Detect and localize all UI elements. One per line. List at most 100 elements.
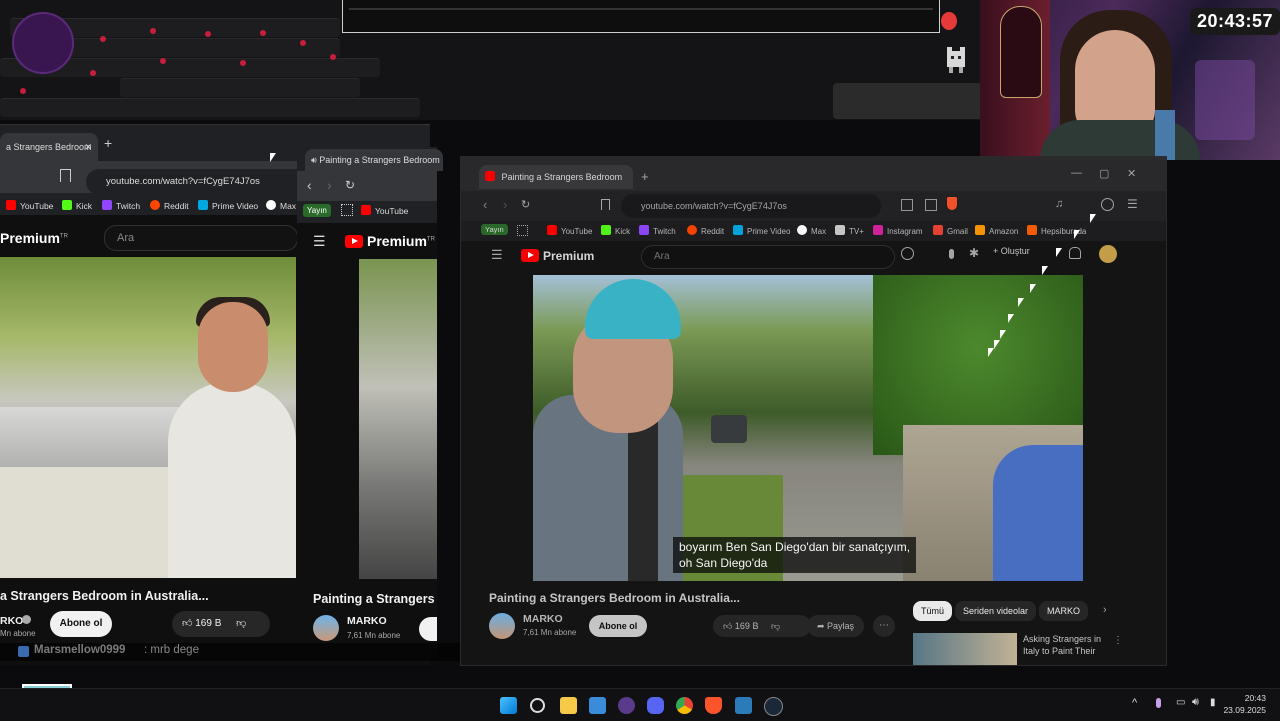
share-page-icon[interactable] bbox=[925, 199, 937, 211]
store-icon[interactable] bbox=[589, 697, 606, 714]
speaker-icon[interactable]: 🔊︎ bbox=[311, 155, 317, 165]
bookmark-star-icon[interactable] bbox=[601, 199, 610, 210]
address-bar[interactable]: youtube.com/watch?v=fCygE74J7os bbox=[621, 194, 881, 218]
forward-icon[interactable]: › bbox=[503, 197, 507, 212]
menu-icon[interactable]: ☰ bbox=[313, 233, 326, 250]
channel-avatar[interactable] bbox=[313, 615, 339, 641]
media-icon[interactable]: ♫ bbox=[1055, 198, 1063, 210]
bookmark-star-icon[interactable] bbox=[60, 169, 71, 182]
new-tab-button[interactable]: + bbox=[104, 135, 112, 151]
bookmark-gmail[interactable]: Gmail bbox=[933, 225, 968, 236]
like-button[interactable]: 👍︎ 169 B 👎︎ bbox=[172, 611, 270, 637]
close-icon[interactable]: ✕ bbox=[1127, 167, 1136, 180]
brave-shield-icon[interactable] bbox=[947, 197, 957, 210]
profile-icon[interactable] bbox=[1101, 198, 1114, 211]
discord-icon[interactable] bbox=[647, 697, 664, 714]
steam-icon[interactable] bbox=[764, 697, 783, 716]
create-button[interactable]: + Oluştur bbox=[993, 246, 1030, 256]
brave-icon[interactable] bbox=[705, 697, 722, 714]
video-player-main[interactable]: boyarım Ben San Diego'dan bir sanatçıyım… bbox=[533, 275, 1083, 581]
obs-icon[interactable] bbox=[618, 697, 635, 714]
start-icon[interactable] bbox=[500, 697, 517, 714]
reload-icon[interactable]: ↻ bbox=[521, 198, 530, 211]
apps-grid-icon[interactable] bbox=[517, 225, 528, 236]
search-input[interactable]: Ara bbox=[641, 245, 895, 269]
bookmark-max[interactable]: Max bbox=[797, 225, 826, 236]
bookmark-amazon[interactable]: Amazon bbox=[975, 225, 1018, 236]
share-button[interactable]: ➦ Paylaş bbox=[807, 615, 865, 637]
search-input[interactable]: Ara bbox=[104, 225, 298, 251]
chip-channel[interactable]: MARKO bbox=[1039, 601, 1089, 621]
app-icon[interactable] bbox=[735, 697, 752, 714]
forward-icon[interactable]: › bbox=[327, 177, 332, 193]
tab-left[interactable]: a Strangers Bedroom ✕ bbox=[0, 133, 98, 161]
minimize-icon[interactable]: — bbox=[1071, 167, 1082, 179]
microphone-icon[interactable] bbox=[1156, 698, 1161, 708]
video-player-middle[interactable] bbox=[359, 259, 437, 579]
bookmark-kick[interactable]: Kick bbox=[62, 200, 92, 211]
browser-menu-icon[interactable]: ☰ bbox=[1127, 197, 1138, 211]
tab-middle[interactable]: 🔊︎ Painting a Strangers Bedroom bbox=[305, 149, 443, 171]
new-tab-button[interactable]: + bbox=[641, 169, 649, 184]
tab-main[interactable]: Painting a Strangers Bedroom bbox=[479, 165, 633, 189]
subscribe-button[interactable]: Abone ol bbox=[589, 615, 647, 637]
close-icon[interactable]: ✕ bbox=[84, 133, 92, 161]
gear-icon[interactable]: ✱ bbox=[969, 246, 979, 260]
more-actions-button[interactable]: ⋯ bbox=[873, 615, 895, 637]
chrome-icon[interactable] bbox=[676, 697, 693, 714]
bookmark-youtube[interactable]: YouTube bbox=[6, 200, 53, 211]
bookmark-reddit[interactable]: Reddit bbox=[150, 200, 189, 211]
like-button[interactable]: 👍︎ 169 B 👎︎ bbox=[713, 615, 811, 637]
recommended-title[interactable]: Asking Strangers in Italy to Paint Their bbox=[1023, 633, 1101, 657]
bookmark-youtube[interactable]: YouTube bbox=[361, 205, 408, 216]
video-player-left[interactable] bbox=[0, 257, 296, 578]
channel-name[interactable]: MARKO bbox=[523, 613, 563, 625]
bookmark-twitch[interactable]: Twitch bbox=[639, 225, 676, 236]
microphone-icon[interactable] bbox=[949, 249, 954, 259]
bookmark-youtube[interactable]: YouTube bbox=[547, 225, 592, 236]
bookmark-kick[interactable]: Kick bbox=[601, 225, 630, 236]
bookmark-prime-video[interactable]: Prime Video bbox=[198, 200, 258, 211]
channel-avatar[interactable] bbox=[489, 613, 515, 639]
search-icon[interactable] bbox=[530, 698, 545, 713]
bookmark-tv-plus[interactable]: TV+ bbox=[835, 225, 864, 236]
chevron-right-icon[interactable]: › bbox=[1103, 604, 1107, 616]
subscribe-button-partial[interactable] bbox=[419, 617, 437, 641]
taskbar: ^ ▭ 🔊︎ ▮ 20:43 23.09.2025 bbox=[0, 688, 1280, 721]
back-icon[interactable]: ‹ bbox=[483, 197, 487, 212]
bookmark-reddit[interactable]: Reddit bbox=[687, 225, 724, 236]
bookmark-prime-video[interactable]: Prime Video bbox=[733, 225, 790, 236]
maximize-icon[interactable]: ▢ bbox=[1099, 167, 1109, 180]
volume-icon[interactable]: 🔊︎ bbox=[1192, 696, 1199, 709]
apps-grid-icon[interactable] bbox=[341, 204, 353, 216]
more-vert-icon[interactable]: ⋮ bbox=[1113, 635, 1123, 646]
chip-series-videos[interactable]: Seriden videolar bbox=[955, 601, 1037, 621]
bookmark-instagram[interactable]: Instagram bbox=[873, 225, 923, 236]
youtube-premium-logo[interactable]: PremiumTR bbox=[0, 230, 68, 246]
menu-icon[interactable]: ☰ bbox=[491, 247, 503, 263]
channel-name[interactable]: RKO bbox=[0, 615, 23, 627]
back-icon[interactable]: ‹ bbox=[307, 177, 312, 193]
extensions-icon[interactable] bbox=[901, 199, 913, 211]
bookmark-max[interactable]: Max bbox=[266, 200, 296, 211]
thumbs-down-icon[interactable]: 👎︎ bbox=[236, 618, 246, 629]
bookmark-twitch[interactable]: Twitch bbox=[102, 200, 140, 211]
file-explorer-icon[interactable] bbox=[560, 697, 577, 714]
network-icon[interactable]: ▭ bbox=[1176, 697, 1185, 708]
system-clock[interactable]: 20:43 23.09.2025 bbox=[1223, 692, 1266, 716]
channel-name[interactable]: MARKO bbox=[347, 615, 387, 627]
youtube-premium-logo[interactable]: Premium bbox=[521, 249, 594, 263]
youtube-premium-logo[interactable]: PremiumTR bbox=[345, 233, 435, 249]
recommended-thumbnail[interactable] bbox=[913, 633, 1017, 665]
chip-all[interactable]: Tümü bbox=[913, 601, 953, 621]
search-icon[interactable] bbox=[901, 247, 914, 260]
subscribe-button[interactable]: Abone ol bbox=[50, 611, 112, 637]
account-avatar[interactable] bbox=[1099, 245, 1117, 263]
thumbs-down-icon[interactable]: 👎︎ bbox=[771, 621, 780, 631]
share-icon: ➦ bbox=[817, 621, 828, 631]
chevron-up-icon[interactable]: ^ bbox=[1132, 697, 1137, 709]
address-bar[interactable]: youtube.com/watch?v=fCygE74J7os bbox=[86, 169, 316, 195]
battery-icon[interactable]: ▮ bbox=[1210, 697, 1216, 708]
reload-icon[interactable]: ↻ bbox=[345, 178, 355, 192]
notifications-icon[interactable] bbox=[1069, 247, 1081, 259]
